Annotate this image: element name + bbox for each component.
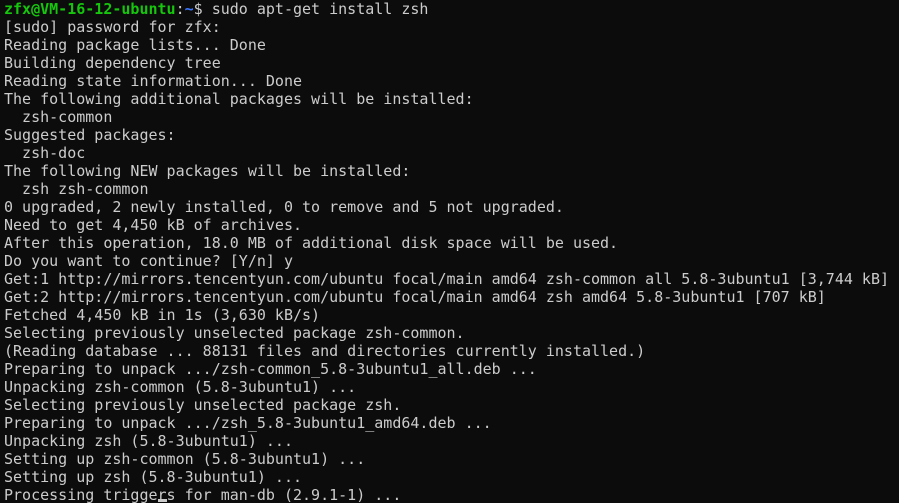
output-line: zsh zsh-common xyxy=(4,180,149,198)
output-line: Unpacking zsh-common (5.8-3ubuntu1) ... xyxy=(4,378,357,396)
output-line: Suggested packages: xyxy=(4,126,176,144)
output-line: Fetched 4,450 kB in 1s (3,630 kB/s) xyxy=(4,306,321,324)
prompt-separator: : xyxy=(175,0,185,18)
prompt-path: ~ xyxy=(184,0,194,18)
output-line: Reading package lists... Done xyxy=(4,36,266,54)
output-line: Reading state information... Done xyxy=(4,72,303,90)
terminal-window[interactable]: zfx@VM-16-12-ubuntu:~$ sudo apt-get inst… xyxy=(0,0,899,503)
command-text: sudo apt-get install zsh xyxy=(202,0,429,18)
output-line: Unpacking zsh (5.8-3ubuntu1) ... xyxy=(4,432,293,450)
output-line: Processing triggers for man-db (2.9.1-1)… xyxy=(4,486,402,503)
output-line: (Reading database ... 88131 files and di… xyxy=(4,342,646,360)
output-line: [sudo] password for zfx: xyxy=(4,18,221,36)
command-prompt-line: zfx@VM-16-12-ubuntu:~$ sudo apt-get inst… xyxy=(4,0,899,18)
output-line: The following NEW packages will be insta… xyxy=(4,162,411,180)
output-line: Get:2 http://mirrors.tencentyun.com/ubun… xyxy=(4,288,826,306)
output-line: Preparing to unpack .../zsh-common_5.8-3… xyxy=(4,360,537,378)
prompt-symbol: $ xyxy=(193,0,203,18)
output-line: Selecting previously unselected package … xyxy=(4,324,465,342)
output-line: The following additional packages will b… xyxy=(4,90,474,108)
output-line: After this operation, 18.0 MB of additio… xyxy=(4,234,619,252)
output-line: zsh-doc xyxy=(4,144,86,162)
output-line: Setting up zsh (5.8-3ubuntu1) ... xyxy=(4,468,303,486)
output-line: zsh-common xyxy=(4,108,113,126)
output-line: Need to get 4,450 kB of archives. xyxy=(4,216,303,234)
prompt-user-host: zfx@VM-16-12-ubuntu xyxy=(4,0,176,18)
output-line: Selecting previously unselected package … xyxy=(4,396,402,414)
output-line: Setting up zsh-common (5.8-3ubuntu1) ... xyxy=(4,450,366,468)
output-line: Preparing to unpack .../zsh_5.8-3ubuntu1… xyxy=(4,414,492,432)
output-line: Get:1 http://mirrors.tencentyun.com/ubun… xyxy=(4,270,890,288)
output-line: Building dependency tree xyxy=(4,54,221,72)
output-line: Do you want to continue? [Y/n] y xyxy=(4,252,293,270)
text-cursor xyxy=(158,499,167,502)
output-line: 0 upgraded, 2 newly installed, 0 to remo… xyxy=(4,198,564,216)
